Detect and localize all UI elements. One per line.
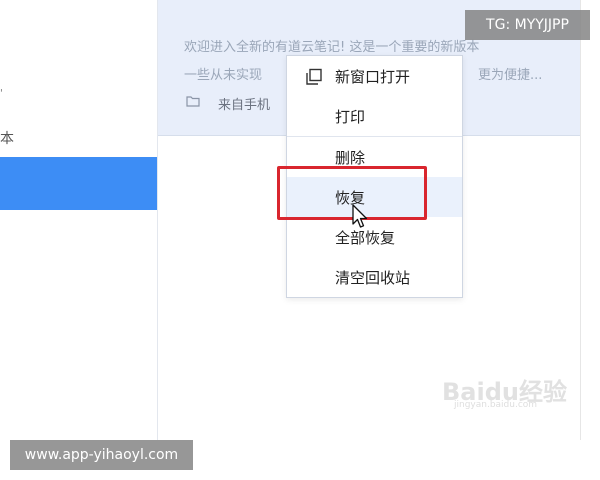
tg-watermark-badge: TG: MYYJJPP [465, 10, 590, 40]
menu-item-label: 打印 [335, 108, 366, 126]
mouse-cursor-icon [352, 204, 368, 228]
preview-line-2-right: 更为便捷... [478, 68, 543, 83]
left-panel: ' 本 [0, 0, 157, 480]
baidu-logo-subtext: jingyan.baidu.com [454, 400, 538, 410]
folder-icon [186, 96, 200, 107]
selected-list-item[interactable] [0, 157, 157, 210]
menu-item-empty-trash[interactable]: 清空回收站 [287, 257, 462, 297]
menu-item-label: 新窗口打开 [335, 68, 411, 86]
preview-line-1: 欢迎进入全新的有道云笔记! 这是一个重要的新版本 [184, 40, 480, 55]
menu-item-print[interactable]: 打印 [287, 96, 462, 136]
left-item-label[interactable]: 本 [0, 128, 14, 148]
right-border [580, 0, 581, 440]
menu-item-label: 全部恢复 [335, 229, 396, 247]
url-watermark-badge: www.app-yihaoyl.com [10, 440, 193, 470]
preview-line-2-left: 一些从未实现 [184, 68, 263, 83]
menu-item-label: 清空回收站 [335, 269, 411, 287]
menu-item-restore-all[interactable]: 全部恢复 [287, 217, 462, 257]
menu-item-open-new-window[interactable]: 新窗口打开 [287, 56, 462, 96]
new-window-icon [306, 68, 322, 85]
source-label: 来自手机 [218, 98, 271, 113]
left-item-mark: ' [0, 88, 3, 99]
menu-item-label: 删除 [335, 149, 366, 167]
